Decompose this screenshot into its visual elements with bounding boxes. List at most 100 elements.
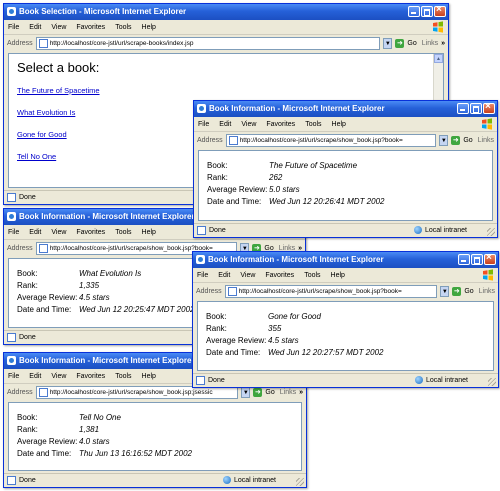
menu-edit[interactable]: Edit (29, 24, 41, 31)
close-button[interactable] (483, 101, 495, 114)
menu-edit[interactable]: Edit (218, 272, 230, 279)
window-title: Book Information - Microsoft Internet Ex… (209, 104, 385, 113)
address-label: Address (197, 137, 223, 144)
page-done-icon (196, 376, 205, 385)
menu-view[interactable]: View (51, 24, 66, 31)
close-button[interactable] (484, 252, 496, 265)
close-button[interactable] (434, 4, 446, 17)
resize-grip-icon[interactable] (488, 378, 496, 386)
go-arrow-icon[interactable]: ➜ (395, 39, 405, 48)
window-title: Book Selection - Microsoft Internet Expl… (19, 7, 187, 16)
toolbar-chevron[interactable]: » (299, 389, 303, 396)
address-dropdown-icon[interactable]: ▼ (440, 286, 450, 297)
minimize-button[interactable] (408, 6, 420, 17)
menu-tools[interactable]: Tools (115, 24, 131, 31)
minimize-button[interactable] (458, 254, 470, 265)
menu-favorites[interactable]: Favorites (266, 121, 295, 128)
resize-grip-icon[interactable] (487, 228, 495, 236)
status-text: Done (19, 194, 36, 201)
resize-grip-icon[interactable] (296, 478, 304, 486)
maximize-button[interactable] (471, 254, 483, 265)
links-button[interactable]: Links (478, 137, 494, 144)
menu-file[interactable]: File (8, 229, 19, 236)
go-button[interactable]: Go (407, 40, 416, 47)
menu-tools[interactable]: Tools (115, 229, 131, 236)
address-input[interactable]: http://localhost/core-jstl/url/scrape/sh… (224, 285, 438, 298)
menu-favorites[interactable]: Favorites (76, 229, 105, 236)
status-text: Done (209, 227, 226, 234)
menu-view[interactable]: View (240, 272, 255, 279)
menu-favorites[interactable]: Favorites (76, 373, 105, 380)
menu-tools[interactable]: Tools (115, 373, 131, 380)
address-dropdown-icon[interactable]: ▼ (241, 387, 251, 398)
zone-text: Local intranet (425, 376, 468, 384)
menu-view[interactable]: View (241, 121, 256, 128)
intranet-globe-icon (222, 476, 231, 484)
page-icon (228, 136, 238, 145)
go-arrow-icon[interactable]: ➜ (253, 388, 263, 397)
book-link-future-of-spacetime[interactable]: The Future of Spacetime (17, 86, 100, 95)
minimize-button[interactable] (457, 103, 469, 114)
menu-favorites[interactable]: Favorites (76, 24, 105, 31)
menu-help[interactable]: Help (142, 24, 156, 31)
window-title: Book Information - Microsoft Internet Ex… (19, 356, 195, 365)
menu-file[interactable]: File (8, 24, 19, 31)
book-link-gone-for-good[interactable]: Gone for Good (17, 130, 67, 139)
address-url: http://localhost/core-jstl/url/scrape/sh… (238, 288, 402, 295)
intranet-globe-icon (413, 226, 422, 234)
windows-logo-icon (483, 269, 493, 281)
address-label: Address (7, 245, 33, 252)
menu-tools[interactable]: Tools (305, 121, 321, 128)
maximize-button[interactable] (421, 6, 433, 17)
title-bar[interactable]: Book Information - Microsoft Internet Ex… (193, 252, 498, 268)
address-input[interactable]: http://localhost/core-jstl/url/scrape/sh… (225, 134, 437, 147)
menu-file[interactable]: File (197, 272, 208, 279)
rank-value: 355 (268, 323, 282, 333)
go-button[interactable]: Go (464, 288, 473, 295)
menu-tools[interactable]: Tools (304, 272, 320, 279)
rank-label: Rank: (17, 424, 38, 434)
page-done-icon (7, 476, 16, 485)
menu-help[interactable]: Help (142, 229, 156, 236)
menu-help[interactable]: Help (331, 272, 345, 279)
book-label: Book: (206, 311, 227, 321)
menu-edit[interactable]: Edit (29, 373, 41, 380)
menu-view[interactable]: View (51, 229, 66, 236)
links-button[interactable]: Links (422, 40, 438, 47)
go-button[interactable]: Go (463, 137, 472, 144)
go-arrow-icon[interactable]: ➜ (452, 287, 462, 296)
review-label: Average Review: (17, 436, 78, 446)
title-bar[interactable]: Book Selection - Microsoft Internet Expl… (4, 4, 448, 20)
links-button[interactable]: Links (479, 288, 495, 295)
book-link-what-evolution-is[interactable]: What Evolution Is (17, 108, 75, 117)
maximize-button[interactable] (470, 103, 482, 114)
menu-file[interactable]: File (198, 121, 209, 128)
menu-help[interactable]: Help (332, 121, 346, 128)
address-url: http://localhost/core-jstl/url/scrape/sh… (49, 245, 213, 252)
page-heading: Select a book: (17, 60, 100, 75)
menu-edit[interactable]: Edit (219, 121, 231, 128)
links-button[interactable]: Links (280, 389, 296, 396)
address-input[interactable]: http://localhost/core-jstl/url/scrape-bo… (35, 37, 381, 50)
menu-file[interactable]: File (8, 373, 19, 380)
address-dropdown-icon[interactable]: ▼ (439, 135, 449, 146)
menu-view[interactable]: View (51, 373, 66, 380)
datetime-label: Date and Time: (17, 304, 72, 314)
go-button[interactable]: Go (265, 389, 274, 396)
address-bar: Address http://localhost/core-jstl/url/s… (194, 132, 497, 149)
menu-favorites[interactable]: Favorites (265, 272, 294, 279)
address-bar: Address http://localhost/core-jstl/url/s… (193, 283, 498, 300)
go-arrow-icon[interactable]: ➜ (451, 136, 461, 145)
address-dropdown-icon[interactable]: ▼ (383, 38, 393, 49)
title-bar[interactable]: Book Information - Microsoft Internet Ex… (194, 101, 497, 117)
review-label: Average Review: (206, 335, 267, 345)
menu-help[interactable]: Help (142, 373, 156, 380)
rank-label: Rank: (207, 172, 228, 182)
scroll-up-icon[interactable]: ▲ (434, 54, 443, 63)
book-link-tell-no-one[interactable]: Tell No One (17, 152, 56, 161)
status-text: Done (19, 334, 36, 341)
zone-text: Local intranet (233, 476, 276, 484)
menu-edit[interactable]: Edit (29, 229, 41, 236)
address-bar: Address http://localhost/core-jstl/url/s… (4, 35, 448, 52)
toolbar-chevron[interactable]: » (441, 40, 445, 47)
